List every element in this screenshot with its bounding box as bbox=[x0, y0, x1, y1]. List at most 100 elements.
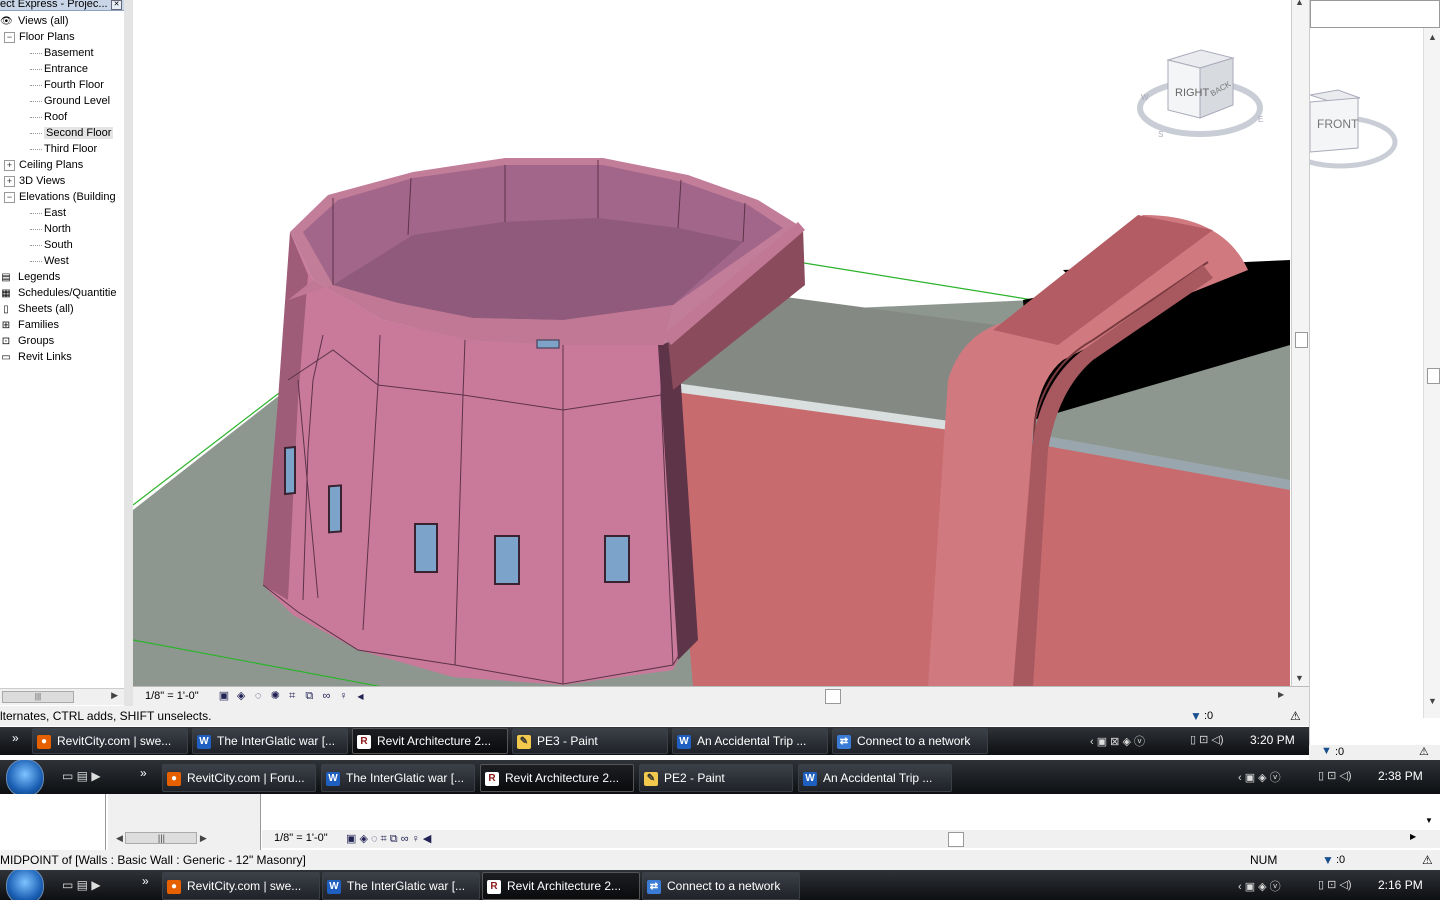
background-vscrollbar[interactable]: ▲ ▼ bbox=[1423, 28, 1440, 718]
temporary-hide-icon[interactable]: ∞ bbox=[319, 689, 333, 703]
scroll-down-arrow-icon[interactable]: ▼ bbox=[1295, 673, 1304, 683]
project-browser-hscrollbar[interactable]: ||| ▶ bbox=[0, 688, 124, 705]
tray-expand-icon[interactable]: ‹ ▣ ⊠ ◈ ⓥ bbox=[1090, 733, 1145, 749]
tree-item[interactable]: North bbox=[0, 221, 124, 237]
scroll-thumb[interactable]: ||| bbox=[2, 691, 74, 703]
view-scale[interactable]: 1/8" = 1'-0" bbox=[145, 687, 199, 706]
tree-item[interactable]: Entrance bbox=[0, 61, 124, 77]
taskbar-button[interactable]: ● RevitCity.com | Foru... bbox=[162, 764, 316, 792]
collapse-icon[interactable]: − bbox=[4, 31, 15, 43]
scroll-right-arrow-icon[interactable]: ▶ bbox=[1278, 690, 1284, 699]
tray-expand-icon[interactable]: ‹ ▣ ◈ ⓥ bbox=[1238, 769, 1281, 785]
tray-system-icons[interactable]: ▯ ⊡ ◁) bbox=[1318, 769, 1352, 782]
tree-item[interactable]: East bbox=[0, 205, 124, 221]
taskbar-button[interactable]: R Revit Architecture 2... bbox=[480, 764, 634, 792]
3d-viewport[interactable]: RIGHT BACK W S E bbox=[133, 0, 1290, 687]
filter-icon[interactable]: ▼ bbox=[1322, 850, 1334, 870]
filter-icon[interactable]: ▼ bbox=[1321, 745, 1332, 757]
scroll-up-arrow-icon[interactable]: ▲ bbox=[1428, 32, 1437, 42]
reveal-hidden-icon[interactable]: ♀ bbox=[336, 689, 350, 703]
tree-item[interactable]: Roof bbox=[0, 109, 124, 125]
tree-item[interactable]: South bbox=[0, 237, 124, 253]
tree-item[interactable]: 👁 Views (all) bbox=[0, 13, 124, 29]
taskbar-button[interactable]: W The InterGlatic war [... bbox=[322, 872, 480, 900]
tray-system-icons[interactable]: ▯ ⊡ ◁) bbox=[1318, 878, 1352, 891]
close-icon[interactable]: ✕ bbox=[111, 0, 122, 10]
tree-item[interactable]: − Elevations (Building bbox=[0, 189, 124, 205]
taskbar-button[interactable]: ⇄ Connect to a network bbox=[832, 728, 988, 754]
taskbar-button[interactable]: R Revit Architecture 2... bbox=[482, 872, 640, 900]
hscroll-thumb[interactable] bbox=[948, 832, 964, 847]
tree-item[interactable]: Second Floor bbox=[0, 125, 124, 141]
scroll-thumb[interactable] bbox=[1295, 332, 1308, 348]
taskbar-button[interactable]: W An Accidental Trip ... bbox=[798, 764, 952, 792]
model-graphics-style-icon[interactable]: ◈ bbox=[234, 689, 248, 703]
crop-view-icon[interactable]: ⌗ bbox=[285, 689, 299, 703]
tree-item[interactable]: West bbox=[0, 253, 124, 269]
taskbar-button[interactable]: ⇄ Connect to a network bbox=[642, 872, 800, 900]
tree-item[interactable]: Basement bbox=[0, 45, 124, 61]
taskbar-button[interactable]: W The InterGlatic war [... bbox=[192, 728, 348, 754]
tray-system-icons[interactable]: ▯ ⊡ ◁) bbox=[1190, 733, 1224, 746]
tree-item[interactable]: ⊞ Families bbox=[0, 317, 124, 333]
expand-icon[interactable]: + bbox=[4, 175, 15, 187]
tree-item[interactable]: + Ceiling Plans bbox=[0, 157, 124, 173]
expand-icon[interactable]: + bbox=[4, 159, 15, 171]
tree-item[interactable]: ⊡ Groups bbox=[0, 333, 124, 349]
taskbar-button[interactable]: R Revit Architecture 2... bbox=[352, 728, 508, 754]
viewcube[interactable]: RIGHT BACK W S E bbox=[1137, 49, 1263, 139]
shadows-icon[interactable]: ◌ bbox=[251, 689, 265, 703]
taskbar-button[interactable]: W The InterGlatic war [... bbox=[321, 764, 475, 792]
background-splitter: ◀ ||| ▶ bbox=[108, 794, 261, 850]
scroll-right-arrow-icon[interactable]: ▶ bbox=[111, 690, 118, 701]
project-tree: 👁 Views (all) − Floor Plans Basement Entrance… bbox=[0, 13, 124, 365]
press-drag-icon[interactable]: ⚠ bbox=[1290, 706, 1301, 726]
tray-expand-icon[interactable]: ‹ ▣ ◈ ⓥ bbox=[1238, 878, 1281, 894]
tree-item[interactable]: ▤ Legends bbox=[0, 269, 124, 285]
scroll-down-arrow-icon[interactable]: ▼ bbox=[1425, 816, 1433, 825]
quick-launch-overflow-icon[interactable]: » bbox=[140, 766, 147, 780]
scroll-right-arrow-icon[interactable]: ▶ bbox=[1410, 832, 1416, 841]
scroll-up-arrow-icon[interactable]: ▲ bbox=[1295, 0, 1304, 7]
clock[interactable]: 2:16 PM bbox=[1378, 878, 1423, 892]
press-drag-icon[interactable]: ⚠ bbox=[1422, 850, 1433, 870]
clock[interactable]: 2:38 PM bbox=[1378, 769, 1423, 783]
clock[interactable]: 3:20 PM bbox=[1250, 733, 1295, 747]
hscroll-thumb[interactable] bbox=[825, 689, 841, 704]
tree-item[interactable]: ▯ Sheets (all) bbox=[0, 301, 124, 317]
scroll-down-arrow-icon[interactable]: ▼ bbox=[1428, 696, 1437, 706]
quick-launch-overflow-icon[interactable]: » bbox=[12, 731, 19, 745]
scroll-left-arrow-icon[interactable]: ◀ bbox=[354, 690, 368, 704]
taskbar-button[interactable]: W An Accidental Trip ... bbox=[672, 728, 828, 754]
background-hscroll[interactable]: ◀ ||| ▶ bbox=[116, 832, 251, 846]
view-scale[interactable]: 1/8" = 1'-0" bbox=[274, 832, 328, 844]
tree-item[interactable]: Ground Level bbox=[0, 93, 124, 109]
model-canvas[interactable]: RIGHT BACK W S E bbox=[133, 0, 1290, 687]
scroll-thumb[interactable] bbox=[1427, 368, 1440, 384]
tree-connector bbox=[30, 228, 42, 230]
tree-item[interactable]: ▦ Schedules/Quantitie bbox=[0, 285, 124, 301]
quick-launch-icons[interactable]: ▭ ▤ ▶ bbox=[62, 878, 101, 892]
collapse-icon[interactable]: − bbox=[4, 191, 15, 203]
tree-item[interactable]: +3D Views bbox=[0, 173, 124, 189]
press-drag-icon[interactable]: ⚠ bbox=[1419, 745, 1429, 758]
viewport-vscrollbar[interactable]: ▲ ▼ bbox=[1291, 0, 1310, 687]
tree-item[interactable]: − Floor Plans bbox=[0, 29, 124, 45]
start-button[interactable] bbox=[6, 870, 44, 900]
start-button[interactable] bbox=[6, 760, 44, 794]
tree-item[interactable]: ▭ Revit Links bbox=[0, 349, 124, 365]
taskbar-button[interactable]: ✎ PE2 - Paint bbox=[639, 764, 793, 792]
taskbar-button[interactable]: ✎ PE3 - Paint bbox=[512, 728, 668, 754]
taskbar-button[interactable]: ● RevitCity.com | swe... bbox=[32, 728, 188, 754]
sun-path-icon[interactable]: ✺ bbox=[268, 689, 282, 703]
filter-icon[interactable]: ▼ bbox=[1190, 706, 1202, 726]
detail-level-icon[interactable]: ▣ bbox=[217, 689, 231, 703]
view-control-icons[interactable]: ▣ ◈ ◌ ⌗ ⧉ ∞ ♀ ◀ bbox=[346, 832, 431, 846]
quick-launch-icons[interactable]: ▭ ▤ ▶ bbox=[62, 769, 101, 783]
tree-item[interactable]: Fourth Floor bbox=[0, 77, 124, 93]
quick-launch-overflow-icon[interactable]: » bbox=[142, 874, 149, 888]
tree-item[interactable]: Third Floor bbox=[0, 141, 124, 157]
taskbar-button[interactable]: ● RevitCity.com | swe... bbox=[162, 872, 320, 900]
show-crop-region-icon[interactable]: ⧉ bbox=[302, 689, 316, 703]
taskbar-button-label: Revit Architecture 2... bbox=[507, 879, 622, 893]
